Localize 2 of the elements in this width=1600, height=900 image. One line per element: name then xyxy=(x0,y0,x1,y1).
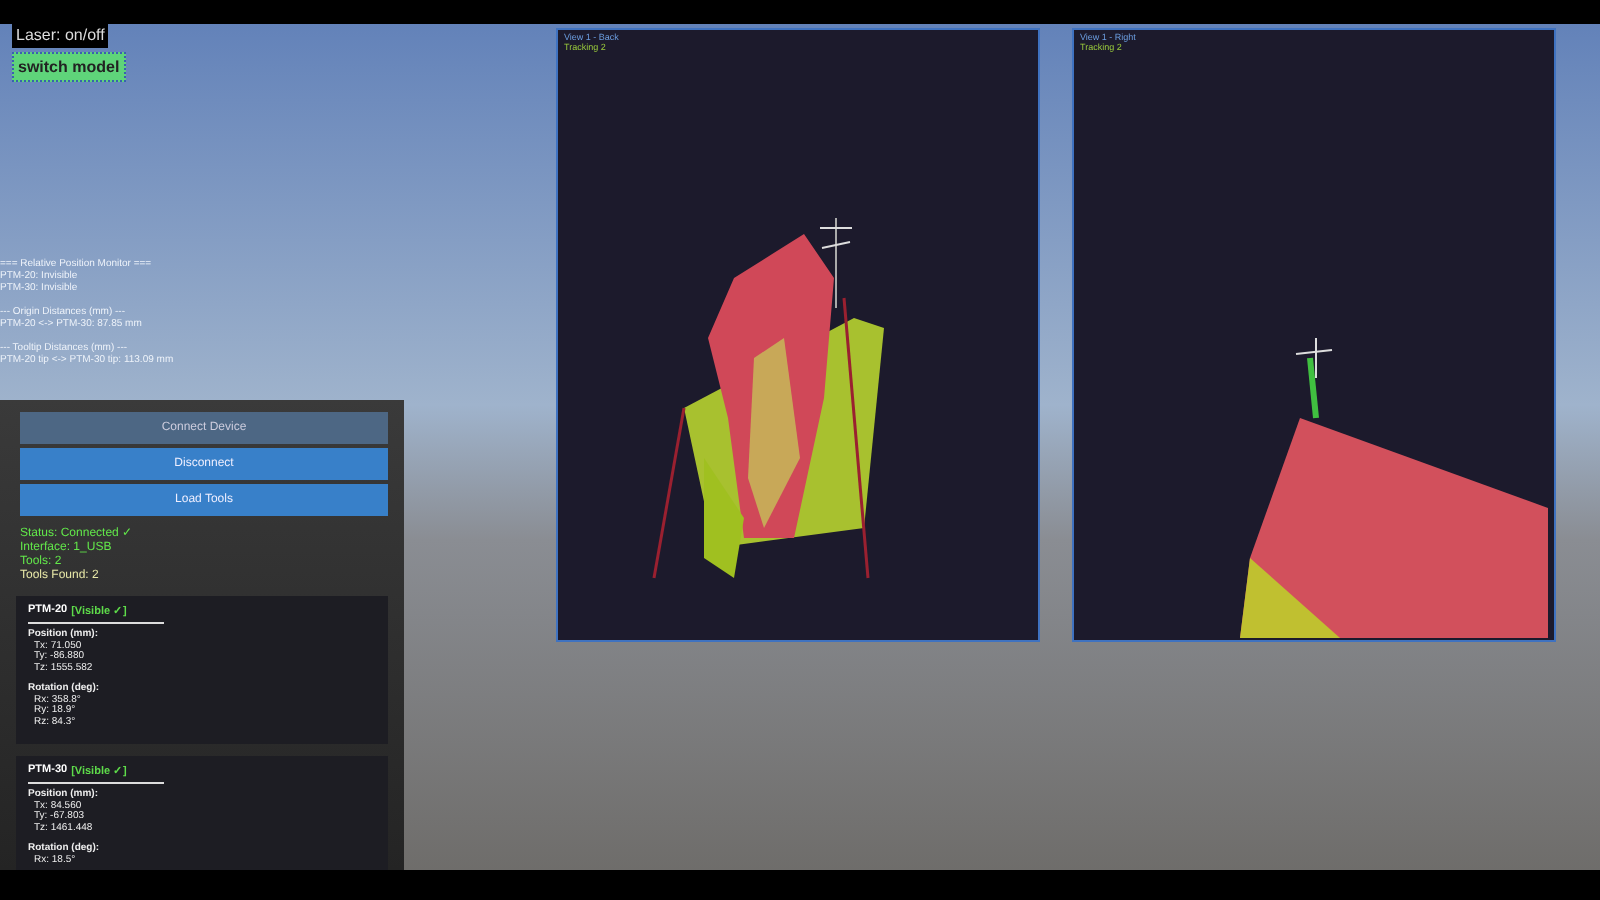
switch-model-button[interactable]: switch model xyxy=(12,52,126,82)
laser-toggle-label: Laser: on/off xyxy=(12,24,109,48)
